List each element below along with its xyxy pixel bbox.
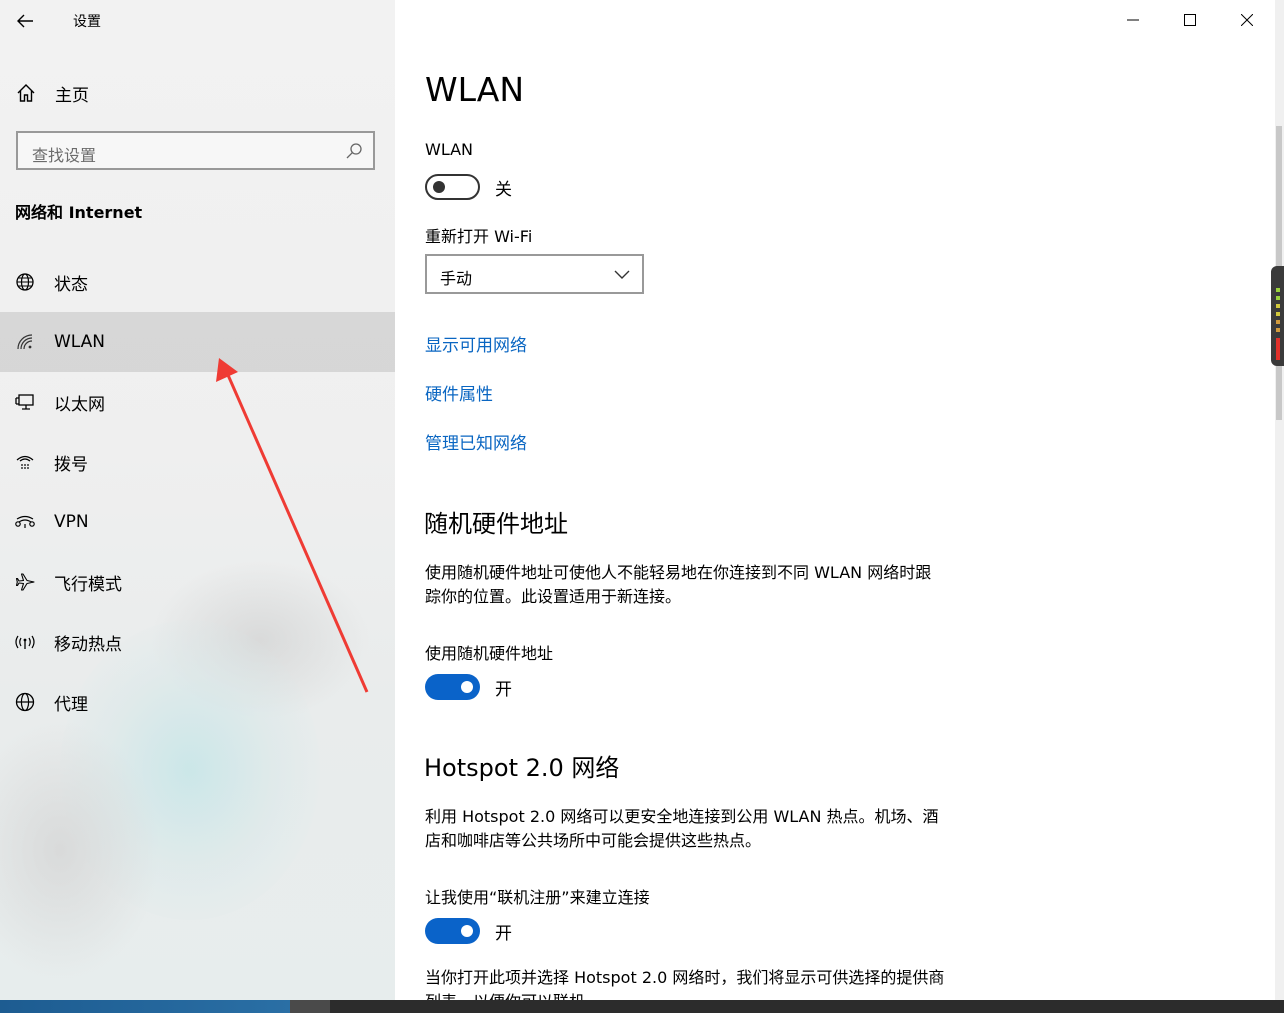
sidebar-item-hotspot[interactable]: 移动热点 bbox=[0, 612, 395, 672]
close-button[interactable] bbox=[1218, 0, 1275, 40]
sidebar-item-label: 状态 bbox=[54, 274, 88, 295]
sidebar-nav: 状态 WLAN 以太网 拨号 VPN 飞行模式 移动热点 代理 bbox=[0, 252, 395, 732]
reopen-wifi-dropdown[interactable]: 手动 bbox=[425, 254, 644, 294]
description-line: 列表，以便你可以联机 bbox=[425, 990, 985, 1000]
sidebar-item-vpn[interactable]: VPN bbox=[0, 492, 395, 552]
sidebar-item-home[interactable]: 主页 bbox=[0, 72, 395, 114]
wlan-toggle-row: 关 bbox=[425, 174, 512, 200]
close-icon bbox=[1240, 14, 1253, 26]
sidebar: 设置 主页 查找设置 网络和 Internet 状态 WLAN 以太网 拨号 V… bbox=[0, 0, 395, 1000]
airplane-icon bbox=[14, 571, 36, 593]
taskbar bbox=[0, 1000, 1284, 1013]
hardware-properties-link[interactable]: 硬件属性 bbox=[425, 380, 493, 405]
maximize-icon bbox=[1183, 14, 1196, 26]
content-pane: WLAN WLAN 关 重新打开 Wi-Fi 手动 显示可用网络 硬件属性 管理… bbox=[395, 0, 1275, 1000]
manage-known-networks-link[interactable]: 管理已知网络 bbox=[425, 429, 527, 454]
random-hw-toggle-row: 开 bbox=[425, 674, 512, 700]
sidebar-item-label: WLAN bbox=[54, 332, 106, 352]
sidebar-item-airplane[interactable]: 飞行模式 bbox=[0, 552, 395, 612]
hotspot-toggle-state: 开 bbox=[495, 923, 512, 944]
app-title: 设置 bbox=[73, 14, 101, 30]
sidebar-item-ethernet[interactable]: 以太网 bbox=[0, 372, 395, 432]
search-input[interactable]: 查找设置 bbox=[16, 131, 375, 170]
show-available-networks-link[interactable]: 显示可用网络 bbox=[425, 331, 527, 356]
hotspot-toggle[interactable] bbox=[425, 918, 480, 944]
sidebar-item-label: 代理 bbox=[54, 694, 88, 715]
sidebar-item-label: 以太网 bbox=[54, 394, 105, 415]
side-gadget-widget[interactable] bbox=[1271, 266, 1284, 366]
search-icon[interactable] bbox=[345, 142, 363, 160]
hotspot-icon bbox=[14, 631, 36, 653]
wlan-toggle-state: 关 bbox=[495, 179, 512, 200]
sidebar-item-label: VPN bbox=[54, 512, 89, 532]
globe-status-icon bbox=[14, 271, 36, 293]
description-line: 利用 Hotspot 2.0 网络可以更安全地连接到公用 WLAN 热点。机场、… bbox=[425, 807, 939, 826]
hotspot-description: 利用 Hotspot 2.0 网络可以更安全地连接到公用 WLAN 热点。机场、… bbox=[425, 805, 985, 853]
maximize-button[interactable] bbox=[1161, 0, 1218, 40]
sidebar-item-label: 拨号 bbox=[54, 454, 88, 475]
random-hw-toggle-state: 开 bbox=[495, 679, 512, 700]
search-placeholder: 查找设置 bbox=[32, 146, 97, 165]
back-button[interactable] bbox=[10, 6, 40, 36]
sidebar-item-wlan[interactable]: WLAN bbox=[0, 312, 395, 372]
ethernet-icon bbox=[14, 391, 36, 413]
sidebar-item-label: 飞行模式 bbox=[54, 574, 122, 595]
sidebar-item-status[interactable]: 状态 bbox=[0, 252, 395, 312]
page-title: WLAN bbox=[425, 70, 525, 109]
hotspot-footer: 当你打开此项并选择 Hotspot 2.0 网络时，我们将显示可供选择的提供商 … bbox=[425, 966, 985, 1000]
description-line: 店和咖啡店等公共场所中可能会提供这些热点。 bbox=[425, 831, 762, 850]
random-hw-toggle[interactable] bbox=[425, 674, 480, 700]
sidebar-item-proxy[interactable]: 代理 bbox=[0, 672, 395, 732]
wifi-icon bbox=[14, 331, 36, 353]
hotspot-heading: Hotspot 2.0 网络 bbox=[424, 754, 620, 782]
sidebar-item-label: 主页 bbox=[55, 85, 89, 106]
dialup-icon bbox=[14, 451, 36, 473]
random-hw-description: 使用随机硬件地址可使他人不能轻易地在你连接到不同 WLAN 网络时跟 踪你的位置… bbox=[425, 561, 985, 609]
reopen-wifi-label: 重新打开 Wi-Fi bbox=[425, 227, 533, 246]
hotspot-toggle-row: 开 bbox=[425, 918, 512, 944]
minimize-button[interactable] bbox=[1104, 0, 1161, 40]
description-line: 当你打开此项并选择 Hotspot 2.0 网络时，我们将显示可供选择的提供商 bbox=[425, 968, 945, 987]
window-controls bbox=[1104, 0, 1275, 40]
home-icon bbox=[15, 82, 37, 104]
chevron-down-icon bbox=[614, 270, 630, 279]
hotspot-toggle-label: 让我使用“联机注册”来建立连接 bbox=[425, 888, 650, 907]
sidebar-item-dialup[interactable]: 拨号 bbox=[0, 432, 395, 492]
description-line: 踪你的位置。此设置适用于新连接。 bbox=[425, 587, 682, 606]
wlan-toggle[interactable] bbox=[425, 174, 480, 200]
vpn-icon bbox=[14, 511, 36, 533]
scrollbar[interactable] bbox=[1275, 0, 1284, 1000]
globe-icon bbox=[14, 691, 36, 713]
random-hw-heading: 随机硬件地址 bbox=[424, 510, 568, 538]
dropdown-value: 手动 bbox=[440, 269, 473, 288]
sidebar-item-label: 移动热点 bbox=[54, 634, 122, 655]
random-hw-toggle-label: 使用随机硬件地址 bbox=[425, 644, 554, 663]
back-arrow-icon bbox=[17, 14, 33, 28]
minimize-icon bbox=[1126, 19, 1139, 21]
description-line: 使用随机硬件地址可使他人不能轻易地在你连接到不同 WLAN 网络时跟 bbox=[425, 563, 932, 582]
wlan-label: WLAN bbox=[425, 140, 474, 159]
section-title: 网络和 Internet bbox=[15, 203, 143, 222]
